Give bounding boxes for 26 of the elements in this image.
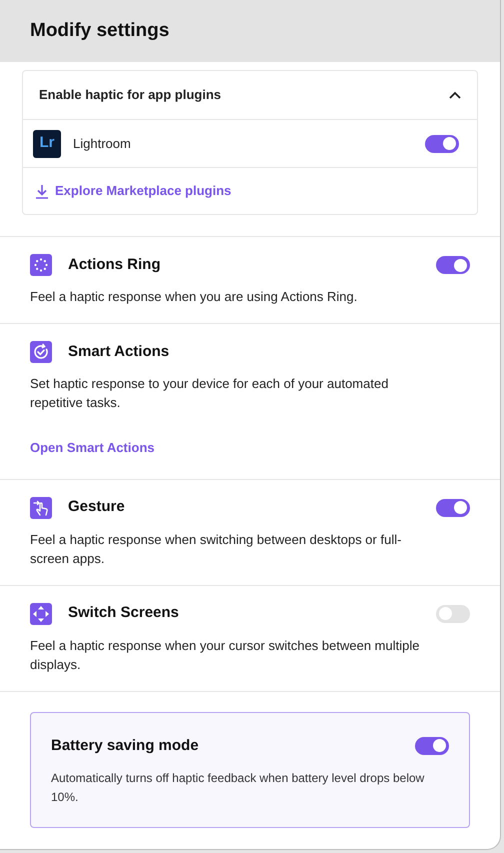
marketplace-link[interactable]: Explore Marketplace plugins xyxy=(55,181,232,201)
toggle-switch[interactable] xyxy=(425,134,459,152)
section-title: Smart Actions xyxy=(68,342,170,362)
section-description: Feel a haptic response when your cursor switches between multiple displays. xyxy=(30,636,420,674)
section-title: Actions Ring xyxy=(68,254,162,275)
toggle-switch[interactable] xyxy=(436,604,470,622)
download-icon xyxy=(35,184,49,198)
toggle-switch[interactable] xyxy=(436,256,470,274)
four-arrows-icon xyxy=(30,602,52,624)
section-description: Feel a haptic response when you are using Actions Ring. xyxy=(30,288,358,306)
page-title: Modify settings xyxy=(30,18,170,43)
section-title: Switch Screens xyxy=(68,603,180,624)
toggle-switch[interactable] xyxy=(436,498,470,516)
section-description: Set haptic response to your device for each of your automated repetitive tasks. xyxy=(30,375,390,412)
battery-description: Automatically turns off haptic feedback when battery level drops below 10%. xyxy=(51,770,426,806)
smart-actions-link[interactable]: Open Smart Actions xyxy=(30,438,154,458)
hand-swipe-icon xyxy=(30,496,52,518)
section-title: Gesture xyxy=(68,497,126,518)
card-title: Battery saving mode xyxy=(51,736,199,756)
chevron-up-icon[interactable] xyxy=(449,91,461,99)
app-logo: Lr xyxy=(33,130,61,158)
dotted-ring-icon xyxy=(30,254,52,276)
card-title: Enable haptic for app plugins xyxy=(39,86,222,104)
toggle-switch[interactable] xyxy=(415,736,449,755)
section-description: Feel a haptic response when switching between desktops or full-screen apps. xyxy=(30,530,402,568)
plugin-name: Lightroom xyxy=(73,134,132,153)
